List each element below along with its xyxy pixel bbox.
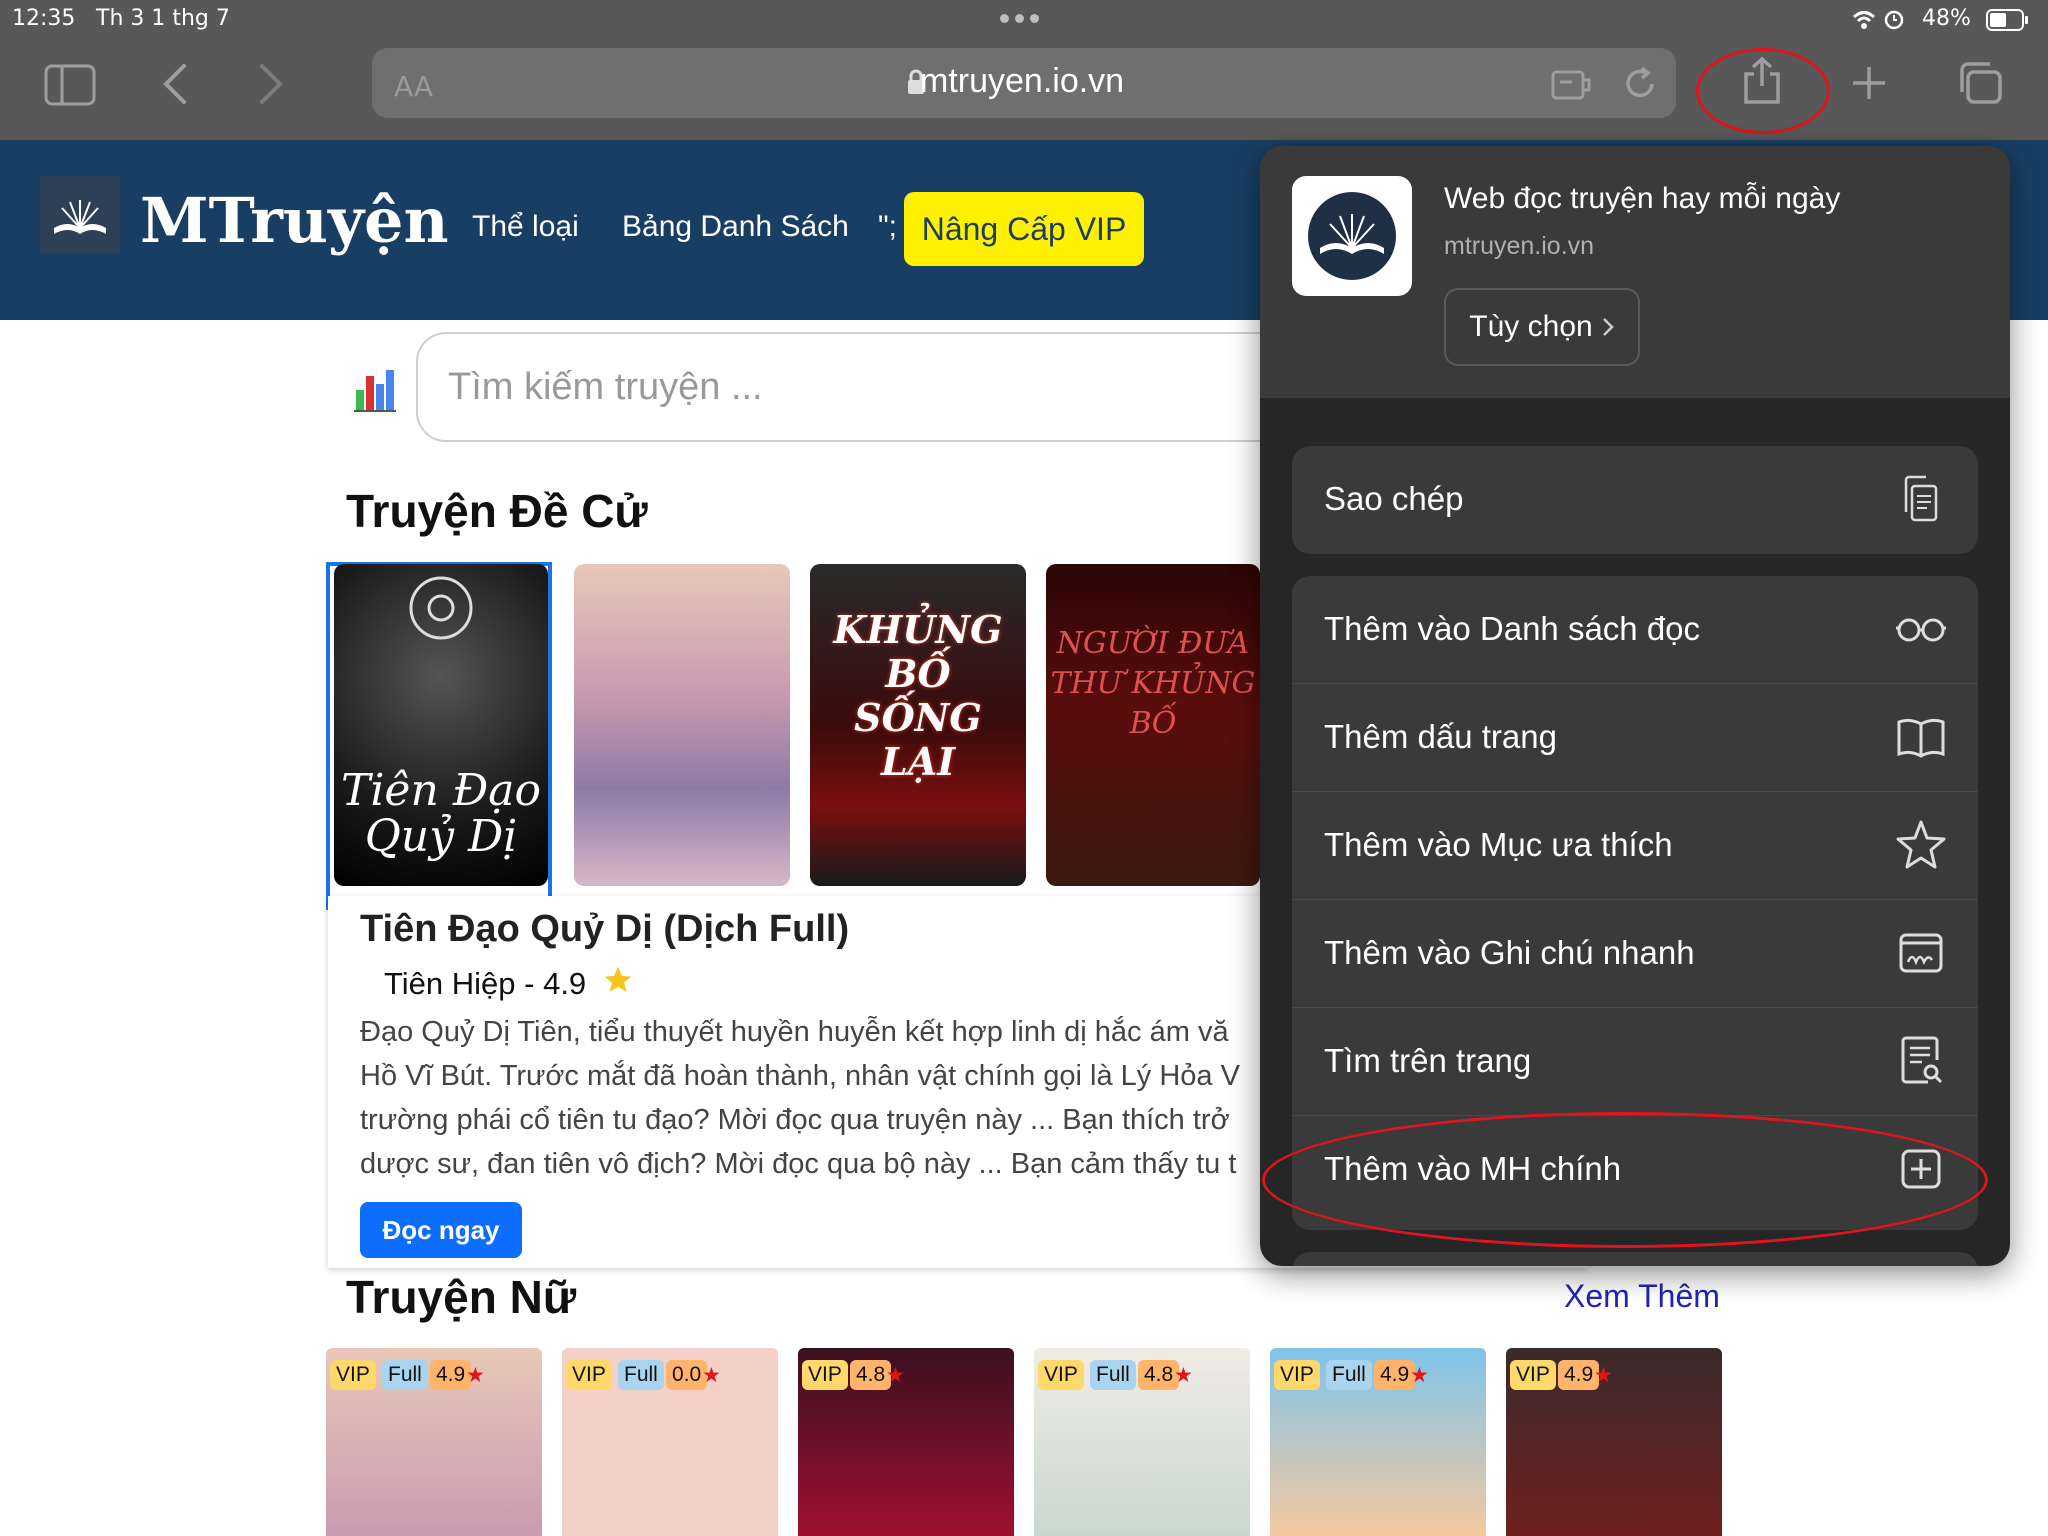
share-button-annotation [1696, 48, 1830, 134]
copy-label: Sao chép [1324, 480, 1464, 517]
nav-stray-text: "; [878, 210, 897, 243]
cover-title-4: NGƯỜI ĐƯA THƯ KHỦNG BỐ [1050, 626, 1256, 741]
status-date: Th 3 1 thg 7 [96, 6, 230, 31]
full-badge: Full [1326, 1360, 1372, 1390]
find-in-page-icon [1901, 1036, 1943, 1084]
action-label: Thêm vào Ghi chú nhanh [1324, 934, 1695, 971]
url-text[interactable]: mtruyen.io.vn [920, 62, 1124, 101]
site-icon [1292, 176, 1412, 296]
quick-note-icon [1899, 933, 1943, 973]
tabs-overview-icon[interactable] [1956, 60, 2004, 106]
extension-icon[interactable] [1550, 66, 1594, 104]
rating-star-icon [602, 964, 634, 1000]
book-icon [1897, 718, 1945, 758]
new-tab-icon[interactable] [1850, 64, 1888, 102]
share-sheet: Web đọc truyện hay mỗi ngày mtruyen.io.v… [1260, 146, 2010, 1266]
nav-genres[interactable]: Thể loại [472, 210, 579, 244]
forward-icon[interactable] [256, 62, 286, 106]
vip-badge: VIP [802, 1360, 848, 1390]
description-line-2: Hồ Vĩ Bút. Trước mắt đã hoàn thành, nhân… [360, 1060, 1240, 1092]
see-more-link[interactable]: Xem Thêm [1564, 1278, 1720, 1315]
battery-icon [1986, 8, 2030, 32]
copy-icon [1904, 475, 1938, 522]
book-cover-4[interactable]: NGƯỜI ĐƯA THƯ KHỦNG BỐ [1046, 564, 1260, 886]
rating-star-icon: ★ [702, 1364, 721, 1387]
sidebar-icon[interactable] [44, 64, 96, 106]
star-icon [1896, 820, 1946, 869]
status-time: 12:35 [12, 6, 76, 31]
options-button[interactable]: Tùy chọn [1444, 288, 1640, 366]
rating-star-icon: ★ [1410, 1364, 1429, 1387]
reload-icon[interactable] [1620, 64, 1660, 104]
site-logo[interactable] [40, 176, 120, 254]
cover-title-3: KHỦNG BỐ SỐNG LẠI [833, 607, 1003, 784]
upgrade-vip-button[interactable]: Nâng Cấp VIP [904, 192, 1144, 266]
rating-star-icon: ★ [886, 1364, 905, 1387]
vip-badge: VIP [1510, 1360, 1556, 1390]
reader-aa-button[interactable]: AA [394, 70, 433, 103]
add-quick-note-action[interactable]: Thêm vào Ghi chú nhanh [1292, 900, 1978, 1008]
vip-badge: VIP [566, 1360, 612, 1390]
vip-badge: VIP [1038, 1360, 1084, 1390]
find-on-page-action[interactable]: Tìm trên trang [1292, 1008, 1978, 1116]
copy-group: Sao chép [1292, 446, 1978, 554]
cover-title-1: Tiên Đạo Quỷ Dị [340, 765, 542, 862]
share-page-domain: mtruyen.io.vn [1444, 232, 1595, 260]
action-label: Thêm vào Mục ưa thích [1324, 826, 1673, 863]
wifi-icon [1850, 8, 1910, 32]
featured-title[interactable]: Tiên Đạo Quỷ Dị (Dịch Full) [360, 908, 849, 951]
full-badge: Full [618, 1360, 664, 1390]
more-actions-group [1292, 1252, 1978, 1266]
female-book-1[interactable]: VIP Full 4.9 ★ [326, 1348, 542, 1536]
rating-star-icon: ★ [1594, 1364, 1613, 1387]
back-icon[interactable] [160, 62, 190, 106]
nav-rankings[interactable]: Bảng Danh Sách [622, 210, 849, 244]
add-favorites-action[interactable]: Thêm vào Mục ưa thích [1292, 792, 1978, 900]
female-book-6[interactable]: VIP 4.9 ★ [1506, 1348, 1722, 1536]
female-book-2[interactable]: VIP Full 0.0 ★ [562, 1348, 778, 1536]
featured-meta: Tiên Hiệp - 4.9 [384, 966, 587, 1001]
options-label: Tùy chọn [1469, 310, 1593, 343]
description-line-3: trường phái cổ tiên tu đạo? Mời đọc qua … [360, 1104, 1230, 1136]
ranking-chart-icon[interactable] [354, 364, 396, 416]
rating-star-icon: ★ [466, 1364, 485, 1387]
female-book-3[interactable]: VIP 4.8 ★ [798, 1348, 1014, 1536]
full-badge: Full [382, 1360, 428, 1390]
book-cover-1[interactable]: Tiên Đạo Quỷ Dị [334, 564, 548, 886]
description-line-4: dược sư, đan tiên vô địch? Mời đọc qua b… [360, 1148, 1237, 1180]
rating-star-icon: ★ [1174, 1364, 1193, 1387]
add-to-home-annotation [1262, 1112, 1988, 1248]
book-cover-3[interactable]: KHỦNG BỐ SỐNG LẠI [810, 564, 1026, 886]
vip-badge: VIP [330, 1360, 376, 1390]
female-book-5[interactable]: VIP Full 4.9 ★ [1270, 1348, 1486, 1536]
full-badge: Full [1090, 1360, 1136, 1390]
add-to-reading-list-action[interactable]: Thêm vào Danh sách đọc [1292, 576, 1978, 684]
brand-name[interactable]: MTruyện [140, 184, 449, 257]
battery-percent: 48% [1922, 6, 1971, 31]
read-now-button[interactable]: Đọc ngay [360, 1202, 522, 1258]
female-section-title: Truyện Nữ [346, 1271, 577, 1323]
copy-action[interactable]: Sao chép [1292, 446, 1978, 554]
action-label: Thêm dấu trang [1324, 718, 1557, 755]
add-bookmark-action[interactable]: Thêm dấu trang [1292, 684, 1978, 792]
book-cover-2[interactable] [574, 564, 790, 886]
description-line-1: Đạo Quỷ Dị Tiên, tiểu thuyết huyền huyễn… [360, 1016, 1229, 1048]
featured-section-title: Truyện Đề Cử [346, 485, 648, 537]
female-book-4[interactable]: VIP Full 4.8 ★ [1034, 1348, 1250, 1536]
action-label: Thêm vào Danh sách đọc [1324, 610, 1701, 647]
share-page-title: Web đọc truyện hay mỗi ngày [1444, 182, 1841, 215]
action-label: Tìm trên trang [1324, 1042, 1532, 1079]
glasses-icon [1896, 618, 1946, 642]
vip-badge: VIP [1274, 1360, 1320, 1390]
search-placeholder: Tìm kiếm truyện ... [448, 366, 763, 408]
chevron-right-icon [1602, 318, 1614, 336]
multitask-dots-icon[interactable] [1000, 14, 1048, 24]
